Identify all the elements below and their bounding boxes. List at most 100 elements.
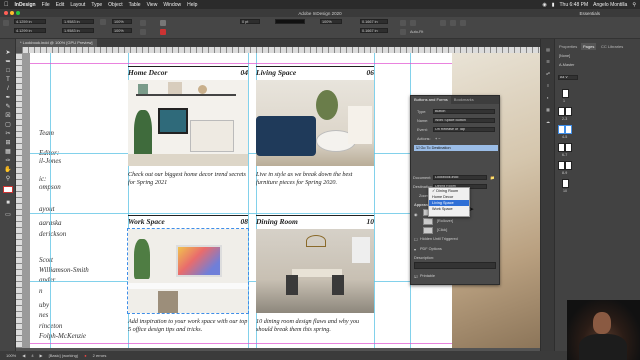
auto-fit-checkbox[interactable] [400, 29, 406, 35]
rectangle-tool-icon[interactable]: ▢ [3, 121, 13, 128]
page-number-field[interactable]: 4 [31, 353, 33, 358]
stroke-type-select[interactable] [275, 19, 305, 24]
constrain-link-icon[interactable] [100, 19, 106, 25]
pen-tool-icon[interactable]: ✒ [3, 94, 13, 101]
tab-cc-libraries[interactable]: CC Libraries [599, 43, 625, 50]
home-decor-image[interactable] [128, 80, 248, 166]
card-header-living-space[interactable]: Living Space 06 [256, 66, 374, 77]
credits-line[interactable]: ander [39, 276, 55, 284]
credits-line[interactable]: nes [39, 311, 48, 319]
credits-line[interactable]: ic: [39, 175, 46, 183]
eyedropper-icon[interactable]: ✑ [3, 157, 13, 164]
color-panel-icon[interactable]: ◐ [544, 95, 552, 102]
menu-file[interactable]: File [42, 2, 50, 8]
page-thumb-9[interactable] [565, 161, 572, 170]
menu-help[interactable]: Help [187, 2, 197, 8]
menu-layout[interactable]: Layout [70, 2, 85, 8]
user-name[interactable]: Angelo Montilla [593, 2, 627, 8]
menu-table[interactable]: Table [129, 2, 141, 8]
scale-x-field[interactable]: 100% [112, 19, 132, 24]
screen-mode-icon[interactable]: ▭ [3, 211, 13, 218]
none-master-label[interactable]: [None] [559, 54, 570, 58]
credits-line[interactable]: uby [39, 301, 49, 309]
hand-tool-icon[interactable]: ✋ [3, 166, 13, 173]
rectangle-frame-icon[interactable]: ☒ [3, 112, 13, 119]
work-space-image[interactable] [127, 228, 249, 314]
type-select[interactable]: Button [433, 109, 495, 114]
pencil-tool-icon[interactable]: ✎ [3, 103, 13, 110]
minimize-window-button[interactable] [10, 11, 14, 15]
stroke-swatch-icon[interactable] [160, 29, 166, 35]
spotlight-icon[interactable]: ⚲ [632, 2, 636, 8]
living-space-image[interactable] [256, 80, 374, 166]
click-state-thumb[interactable] [423, 227, 433, 234]
tab-buttons-and-forms[interactable]: Buttons and Forms [411, 96, 451, 104]
event-select[interactable]: On Release or Tap [433, 127, 495, 132]
page-thumb-4[interactable] [558, 125, 565, 134]
height-field[interactable]: 1.9583 in [62, 28, 94, 33]
hidden-until-triggered-checkbox[interactable]: ☐ [414, 237, 417, 242]
page-size-select[interactable]: A4 V [558, 75, 578, 80]
eye-icon[interactable]: ◉ [414, 212, 417, 217]
card-body-dining-room[interactable]: 10 dining room design flaws and why you … [256, 318, 374, 334]
menu-object[interactable]: Object [108, 2, 122, 8]
preflight-profile[interactable]: [Basic] (working) [49, 353, 79, 358]
preflight-status[interactable]: 2 errors [93, 353, 107, 358]
page-thumb-1[interactable] [562, 89, 569, 98]
battery-icon[interactable]: ▮ [552, 2, 555, 8]
free-transform-icon[interactable]: ⊞ [3, 139, 13, 146]
shear-icon[interactable] [140, 29, 146, 35]
links-panel-icon[interactable]: ☍ [544, 71, 552, 78]
menu-type[interactable]: Type [91, 2, 102, 8]
apple-icon[interactable]:  [4, 2, 9, 8]
fill-swatch-icon[interactable] [160, 20, 166, 26]
offset-field[interactable]: 0.1667 in [360, 19, 388, 24]
tab-bookmarks[interactable]: Bookmarks [451, 96, 477, 104]
page-tool-icon[interactable]: □ [3, 67, 13, 74]
page-thumb-2[interactable] [558, 107, 565, 116]
stroke-weight-field[interactable]: 0 pt [240, 19, 260, 24]
first-page-icon[interactable]: ◀ [22, 353, 25, 358]
apply-color-icon[interactable]: ■ [3, 199, 13, 206]
offset-field-2[interactable]: 0.1667 in [360, 28, 388, 33]
cc-libraries-icon[interactable]: ☁ [544, 119, 552, 126]
close-window-button[interactable] [4, 11, 8, 15]
next-page-icon[interactable]: ▶ [40, 353, 43, 358]
fill-stroke-icon[interactable] [3, 186, 13, 193]
rollover-state-label[interactable]: [Rollover] [437, 219, 453, 223]
action-list-item[interactable]: ☑ Go To Destination [414, 145, 498, 151]
gradient-icon[interactable]: ▦ [3, 148, 13, 155]
rotate-icon[interactable] [140, 20, 146, 26]
dining-room-image[interactable] [256, 229, 374, 313]
rollover-state-thumb[interactable] [423, 218, 433, 225]
zoom-window-button[interactable] [16, 11, 20, 15]
line-tool-icon[interactable]: / [3, 85, 13, 92]
scale-y-field[interactable]: 100% [112, 28, 132, 33]
zoom-tool-icon[interactable]: ⚲ [3, 175, 13, 182]
credits-line[interactable]: ayout [39, 205, 55, 213]
fit-frame-icon[interactable] [410, 20, 416, 26]
app-menu[interactable]: InDesign [15, 2, 36, 8]
card-body-living-space[interactable]: Live in style as we break down the best … [256, 171, 374, 187]
name-input[interactable]: Work Space Button [433, 118, 495, 123]
a-master-label[interactable]: A-Master [559, 63, 574, 67]
pages-panel-icon[interactable]: ▤ [544, 47, 552, 54]
page-thumb-10[interactable] [562, 179, 569, 188]
menu-view[interactable]: View [147, 2, 158, 8]
page-thumb-8[interactable] [558, 161, 565, 170]
swatches-panel-icon[interactable]: ▦ [544, 107, 552, 114]
document-select[interactable]: Lookbook.indd [433, 175, 487, 180]
printable-checkbox[interactable]: ☑ [414, 274, 417, 279]
credits-line[interactable]: n [39, 287, 43, 295]
folder-icon[interactable]: 📁 [490, 175, 495, 180]
wifi-icon[interactable]: ◉ [542, 2, 546, 8]
card-body-home-decor[interactable]: Check out our biggest home decor trend s… [128, 171, 248, 187]
page-thumb-5[interactable] [565, 125, 572, 134]
document-tab[interactable]: * Lookbook.indd @ 100% [GPU Preview] [16, 39, 97, 47]
reference-point-icon[interactable] [3, 20, 9, 26]
opacity-field[interactable]: 100% [320, 19, 342, 24]
credits-line[interactable]: Folph-McKenzie [39, 332, 86, 340]
card-header-work-space[interactable]: Work Space 08 [128, 215, 248, 226]
tab-pages[interactable]: Pages [581, 43, 597, 50]
workspace-switcher[interactable]: Essentials [579, 11, 600, 16]
